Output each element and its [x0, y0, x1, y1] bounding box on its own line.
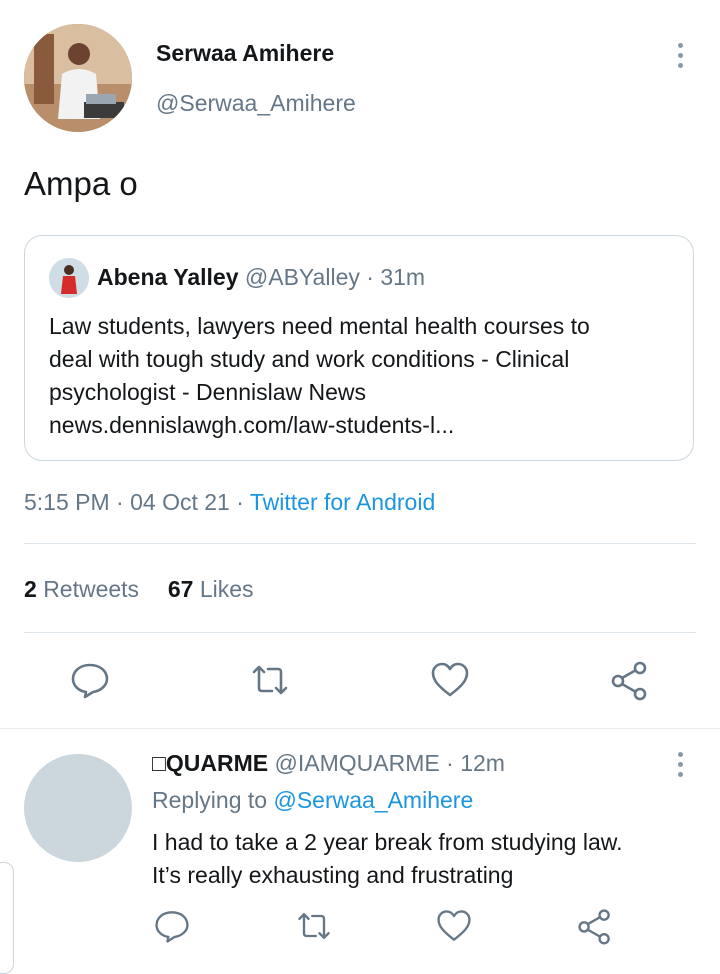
more-options-icon[interactable] — [676, 43, 684, 68]
quoted-text-line: news.dennislawgh.com/law-students-l... — [49, 412, 455, 438]
retweet-arrows-icon — [252, 665, 288, 695]
tweet-source-link[interactable]: Twitter for Android — [250, 489, 435, 515]
retweets-count: 2 — [24, 576, 37, 602]
author-avatar[interactable] — [24, 24, 132, 132]
share-nodes-icon — [611, 661, 647, 701]
like-button[interactable] — [428, 658, 472, 702]
more-options-icon[interactable] — [676, 752, 684, 777]
retweets-stat[interactable]: 2 Retweets — [24, 576, 145, 602]
quoted-text-line: Law students, lawyers need mental health… — [49, 313, 590, 339]
quoted-author-handle: @ABYalley — [244, 264, 360, 290]
heart-icon — [431, 662, 469, 697]
quoted-text-line: psychologist - Dennislaw News — [49, 379, 367, 405]
replying-to-line: Replying to @Serwaa_Amihere — [152, 787, 473, 814]
likes-count: 67 — [167, 576, 194, 602]
share-nodes-icon — [578, 909, 610, 945]
quoted-tweet-text: Law students, lawyers need mental health… — [49, 310, 669, 442]
divider — [24, 543, 696, 544]
reply-header: □QUARME @IAMQUARME · 12m — [152, 750, 505, 777]
author-name[interactable]: Serwaa Amihere — [156, 40, 334, 67]
quoted-author-avatar — [49, 258, 89, 298]
retweets-label: Retweets — [43, 576, 140, 602]
reply-author-avatar[interactable] — [24, 754, 132, 862]
retweet-button[interactable] — [248, 658, 292, 702]
author-handle[interactable]: @Serwaa_Amihere — [156, 90, 356, 117]
engagement-stats: 2 Retweets 67 Likes — [24, 576, 254, 603]
reply-text-line: I had to take a 2 year break from studyi… — [152, 829, 623, 855]
reply-author-name[interactable]: □QUARME — [152, 750, 268, 776]
reply-share-button[interactable] — [575, 906, 615, 946]
quoted-tweet-card[interactable]: Abena Yalley @ABYalley · 31m Law student… — [24, 235, 694, 461]
quoted-author-name: Abena Yalley — [97, 264, 239, 290]
reply-author-handle[interactable]: @IAMQUARME — [275, 750, 440, 776]
retweet-arrows-icon — [298, 913, 330, 939]
tweet-meta: 5:15 PM · 04 Oct 21 · Twitter for Androi… — [24, 489, 436, 515]
reply-reply-button[interactable] — [152, 906, 192, 946]
comment-bubble-icon — [71, 663, 109, 699]
replying-to-label: Replying to — [152, 787, 268, 813]
reply-text-line: It’s really exhausting and frustrating — [152, 862, 514, 888]
comment-bubble-icon — [155, 911, 189, 943]
share-button[interactable] — [608, 658, 652, 702]
reply-like-button[interactable] — [434, 906, 474, 946]
replying-to-handle[interactable]: @Serwaa_Amihere — [273, 787, 473, 813]
reply-retweet-button[interactable] — [294, 906, 334, 946]
author-photo — [24, 24, 132, 132]
edge-panel-handle[interactable] — [0, 862, 14, 974]
heart-icon — [437, 910, 471, 941]
divider — [24, 632, 696, 633]
likes-stat[interactable]: 67 Likes — [168, 576, 254, 602]
reply-button[interactable] — [68, 658, 112, 702]
quoted-text-line: deal with tough study and work condition… — [49, 346, 570, 372]
quoted-tweet-header: Abena Yalley @ABYalley · 31m — [97, 264, 425, 291]
tweet-time: 5:15 PM — [24, 489, 110, 515]
tweet-date: 04 Oct 21 — [130, 489, 230, 515]
tweet-text: Ampa o — [24, 165, 138, 202]
reply-time: 12m — [460, 750, 505, 776]
reply-text: I had to take a 2 year break from studyi… — [152, 826, 622, 892]
separator-dot: · — [366, 264, 374, 290]
quoted-time: 31m — [380, 264, 426, 290]
section-divider — [0, 728, 720, 729]
separator-dot: · — [446, 750, 454, 776]
likes-label: Likes — [199, 576, 254, 602]
